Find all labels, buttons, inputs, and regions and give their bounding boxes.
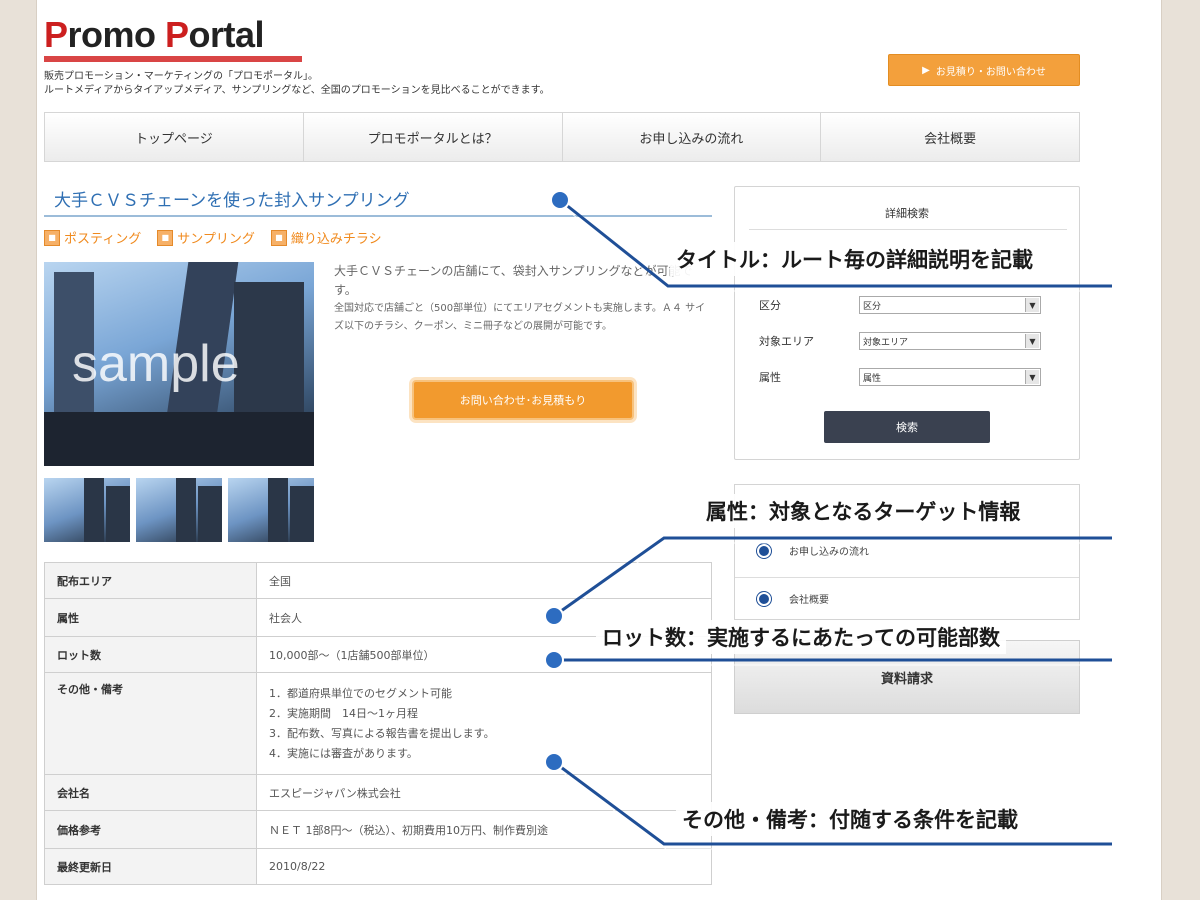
row-value-company: エスピージャパン株式会社 bbox=[256, 774, 712, 811]
table-row: 配布エリア 全国 bbox=[44, 562, 712, 599]
building-shape bbox=[198, 486, 222, 542]
chevron-down-icon: ▼ bbox=[1025, 334, 1039, 348]
tagline-line-2: ルートメディアからタイアップメディア、サンプリングなど、全国のプロモーションを見… bbox=[44, 85, 550, 96]
tag-flyer[interactable]: ■ 織り込みチラシ bbox=[270, 228, 382, 247]
description-lead: 大手ＣＶＳチェーンの店舗にて、袋封入サンプリングなどが可能です。 bbox=[334, 264, 693, 297]
category-tags: ■ ポスティング ■ サンプリング ■ 織り込みチラシ bbox=[44, 228, 382, 247]
header-contact-button[interactable]: ▶ お見積り・お問い合わせ bbox=[888, 54, 1080, 86]
thumbnail-3[interactable] bbox=[228, 478, 314, 542]
building-shape bbox=[84, 478, 104, 542]
table-row: その他・備考 1．都道府県単位でのセグメント可能 2．実施期間 14日〜1ヶ月程… bbox=[44, 672, 712, 775]
inquiry-estimate-button[interactable]: お問い合わせ･お見積もり bbox=[412, 380, 634, 420]
category-select[interactable]: 区分 ▼ bbox=[859, 296, 1041, 314]
row-key-price: 価格参考 bbox=[44, 810, 257, 849]
search-row-attribute: 属性 属性 ▼ bbox=[759, 367, 1059, 387]
remark-line: 4．実施には審査があります。 bbox=[269, 746, 418, 760]
nav-item-about[interactable]: プロモポータルとは？ bbox=[304, 113, 563, 161]
bullet-icon bbox=[757, 591, 771, 606]
tag-label: 織り込みチラシ bbox=[290, 232, 382, 247]
tag-label: ポスティング bbox=[64, 232, 142, 247]
detail-table: 配布エリア 全国 属性 社会人 ロット数 10,000部〜（1店舗500部単位）… bbox=[44, 562, 712, 885]
title-divider bbox=[44, 215, 712, 217]
category-icon: ■ bbox=[270, 229, 287, 246]
nav-item-flow[interactable]: お申し込みの流れ bbox=[563, 113, 822, 161]
row-key-remarks: その他・備考 bbox=[44, 672, 257, 775]
promo-portal-logo[interactable]: Promo Portal bbox=[44, 14, 265, 56]
search-row-area: 対象エリア 対象エリア ▼ bbox=[759, 331, 1059, 351]
logo-p1: P bbox=[44, 14, 68, 55]
detail-search-panel: 詳細検索 区分 区分 ▼ 対象エリア 対象エリア ▼ 属性 属性 ▼ 検索 bbox=[734, 186, 1080, 460]
callout-remarks: その他・備考：付随する条件を記載 bbox=[676, 802, 1024, 836]
category-select-value: 区分 bbox=[863, 301, 882, 312]
search-button[interactable]: 検索 bbox=[824, 411, 990, 443]
table-row: 会社名 エスピージャパン株式会社 bbox=[44, 774, 712, 811]
bullet-icon bbox=[757, 543, 771, 558]
logo-text2: ortal bbox=[188, 14, 265, 55]
description-body: 全国対応で店舗ごと（500部単位）にてエリアセグメントも実施します。Ａ４ サイズ… bbox=[334, 303, 706, 332]
row-key-attribute: 属性 bbox=[44, 598, 257, 637]
area-select[interactable]: 対象エリア ▼ bbox=[859, 332, 1041, 350]
row-key-company: 会社名 bbox=[44, 774, 257, 811]
callout-title: タイトル：ルート毎の詳細説明を記載 bbox=[670, 242, 1039, 276]
attribute-select[interactable]: 属性 ▼ bbox=[859, 368, 1041, 386]
sidebar-divider bbox=[735, 577, 1079, 578]
row-key-area: 配布エリア bbox=[44, 562, 257, 599]
row-key-lot: ロット数 bbox=[44, 636, 257, 673]
attribute-select-value: 属性 bbox=[863, 373, 882, 384]
table-row: 価格参考 ＮＥＴ 1部8円〜（税込）、初期費用10万円、制作費別途 bbox=[44, 810, 712, 849]
remark-line: 3．配布数、写真による報告書を提出します。 bbox=[269, 726, 495, 740]
description: 大手ＣＶＳチェーンの店舗にて、袋封入サンプリングなどが可能です。 全国対応で店舗… bbox=[334, 262, 714, 336]
header-contact-label: お見積り・お問い合わせ bbox=[935, 66, 1046, 78]
area-label: 対象エリア bbox=[759, 335, 814, 348]
remark-line: 1．都道府県単位でのセグメント可能 bbox=[269, 686, 452, 700]
sample-watermark: sample bbox=[72, 335, 240, 393]
callout-lot: ロット数：実施するにあたっての可能部数 bbox=[596, 620, 1006, 654]
search-row-category: 区分 区分 ▼ bbox=[759, 295, 1059, 315]
nav-item-company[interactable]: 会社概要 bbox=[821, 113, 1079, 161]
building-shape bbox=[290, 486, 314, 542]
page-title: 大手ＣＶＳチェーンを使った封入サンプリング bbox=[54, 191, 410, 211]
thumbnail-1[interactable] bbox=[44, 478, 130, 542]
remark-line: 2．実施期間 14日〜1ヶ月程 bbox=[269, 706, 418, 720]
row-value-area: 全国 bbox=[256, 562, 712, 599]
photo-thumbnails bbox=[44, 478, 314, 542]
logo-text1: romo bbox=[67, 14, 166, 55]
row-value-price: ＮＥＴ 1部8円〜（税込）、初期費用10万円、制作費別途 bbox=[256, 810, 712, 849]
building-shape bbox=[268, 478, 288, 542]
category-label: 区分 bbox=[759, 299, 781, 312]
site-tagline: 販売プロモーション・マーケティングの「プロモポータル」。 ルートメディアからタイ… bbox=[44, 70, 664, 98]
sidebar-link-flow[interactable]: お申し込みの流れ bbox=[757, 543, 869, 558]
arrow-right-icon: ▶ bbox=[922, 64, 930, 76]
building-shape bbox=[176, 478, 196, 542]
logo-underline bbox=[44, 56, 302, 62]
sidebar-link-label: お申し込みの流れ bbox=[789, 547, 869, 558]
sidebar-link-label: 会社概要 bbox=[789, 595, 829, 606]
tag-posting[interactable]: ■ ポスティング bbox=[44, 228, 141, 247]
thumbnail-2[interactable] bbox=[136, 478, 222, 542]
global-nav: トップページ プロモポータルとは？ お申し込みの流れ 会社概要 bbox=[44, 112, 1080, 162]
row-value-updated: 2010/8/22 bbox=[256, 848, 712, 885]
row-value-remarks: 1．都道府県単位でのセグメント可能 2．実施期間 14日〜1ヶ月程 3．配布数、… bbox=[256, 672, 712, 775]
main-photo: sample bbox=[44, 262, 314, 466]
building-shape bbox=[106, 486, 130, 542]
tag-label: サンプリング bbox=[177, 232, 255, 247]
table-row: 最終更新日 2010/8/22 bbox=[44, 848, 712, 885]
callout-attribute: 属性：対象となるターゲット情報 bbox=[700, 494, 1027, 528]
chevron-down-icon: ▼ bbox=[1025, 370, 1039, 384]
attribute-label: 属性 bbox=[759, 371, 781, 384]
category-icon: ■ bbox=[44, 229, 60, 246]
chevron-down-icon: ▼ bbox=[1025, 298, 1039, 312]
area-select-value: 対象エリア bbox=[863, 337, 909, 348]
tagline-line-1: 販売プロモーション・マーケティングの「プロモポータル」。 bbox=[44, 71, 318, 82]
sidebar-link-company[interactable]: 会社概要 bbox=[757, 591, 829, 606]
tag-sampling[interactable]: ■ サンプリング bbox=[157, 228, 255, 247]
search-divider bbox=[749, 229, 1067, 230]
category-icon: ■ bbox=[157, 229, 174, 246]
nav-item-top[interactable]: トップページ bbox=[45, 113, 304, 161]
search-panel-title: 詳細検索 bbox=[885, 207, 929, 220]
row-key-updated: 最終更新日 bbox=[44, 848, 257, 885]
ground-shape bbox=[44, 412, 314, 466]
logo-p2: P bbox=[165, 14, 189, 55]
